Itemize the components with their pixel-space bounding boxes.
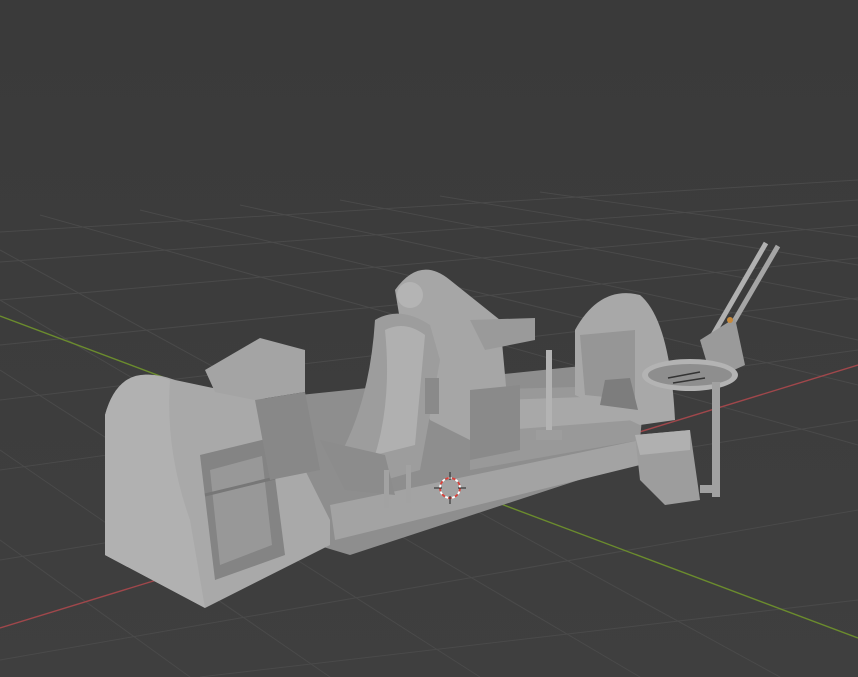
twin-gun-mount-mesh[interactable] — [635, 241, 781, 505]
3d-viewport[interactable] — [0, 0, 858, 677]
viewport-scene[interactable] — [0, 0, 858, 677]
